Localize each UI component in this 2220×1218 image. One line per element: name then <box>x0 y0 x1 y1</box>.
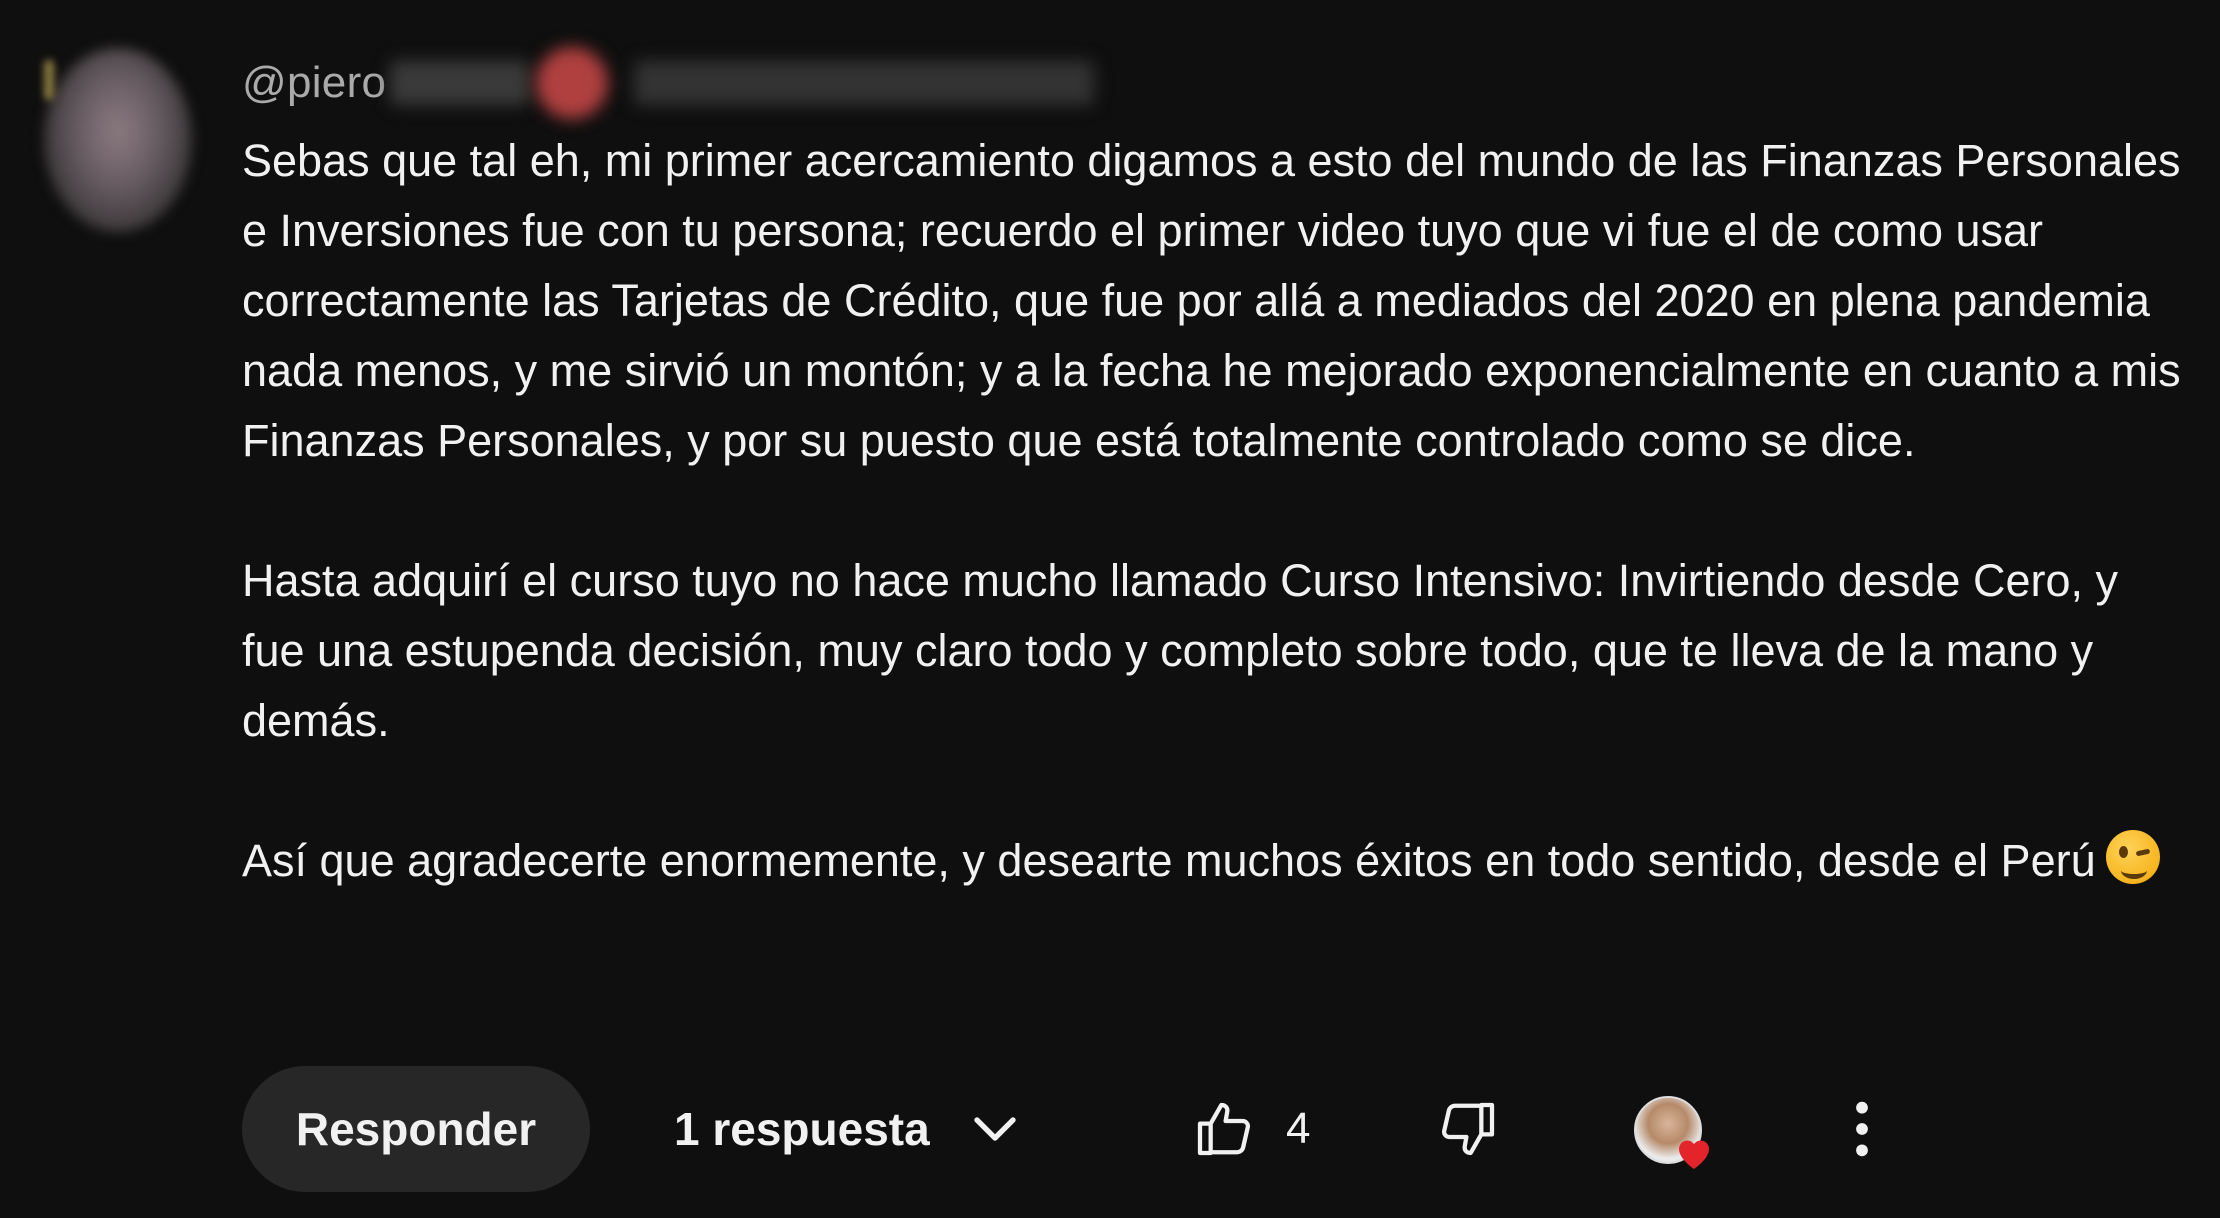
creator-heart-badge <box>1634 1096 1730 1192</box>
comment-header: @piero <box>242 47 1095 119</box>
comment-paragraph-text: Así que agradecerte enormemente, y desea… <box>242 835 2096 886</box>
comment-paragraph: Así que agradecerte enormemente, y desea… <box>242 826 2192 896</box>
winking-face-emoji-icon <box>2105 830 2160 884</box>
dislike-button[interactable] <box>1436 1066 1500 1192</box>
comment-paragraph: Hasta adquirí el curso tuyo no hace much… <box>242 555 2119 746</box>
reply-button[interactable]: Responder <box>242 1066 590 1192</box>
like-button[interactable]: 4 <box>1192 1066 1310 1192</box>
thumbs-down-icon <box>1441 1102 1495 1156</box>
replies-count-label: 1 respuesta <box>674 1103 930 1155</box>
thumbs-up-icon <box>1197 1102 1251 1156</box>
avatar-blur-edge <box>44 60 54 100</box>
author-handle[interactable]: @piero <box>242 58 386 108</box>
comment-thread: @piero Sebas que tal eh, mi primer acerc… <box>0 0 2220 1218</box>
comment-actions: Responder 1 respuesta 4 <box>242 1066 2192 1192</box>
chevron-down-icon <box>974 1117 1016 1141</box>
redacted-handle-suffix <box>390 61 531 105</box>
comment-body: Sebas que tal eh, mi primer acercamiento… <box>242 126 2192 896</box>
replies-toggle[interactable]: 1 respuesta <box>674 1066 1022 1192</box>
redacted-timestamp <box>634 61 1095 105</box>
more-actions-button[interactable] <box>1842 1066 1882 1192</box>
like-count: 4 <box>1286 1104 1311 1153</box>
heart-icon <box>1679 1140 1709 1169</box>
comment-paragraph: Sebas que tal eh, mi primer acercamiento… <box>242 135 2181 466</box>
redacted-author-info <box>386 47 1095 119</box>
more-vert-icon <box>1856 1101 1868 1157</box>
commenter-avatar[interactable] <box>44 48 192 232</box>
redacted-flag <box>536 47 609 119</box>
